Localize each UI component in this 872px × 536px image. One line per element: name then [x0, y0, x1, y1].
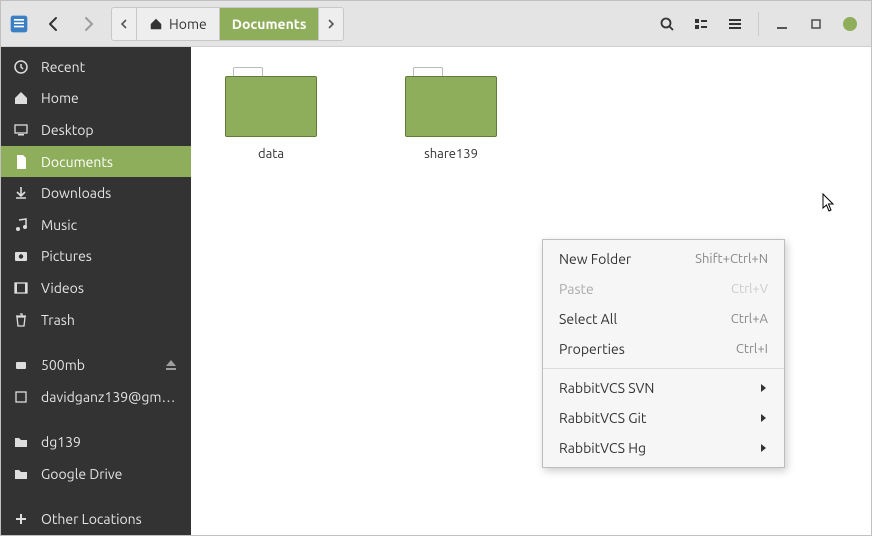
menu-item-new-folder[interactable]: New Folder Shift+Ctrl+N	[543, 244, 784, 274]
trash-icon	[13, 312, 29, 328]
film-icon	[13, 280, 29, 296]
menu-item-rabbitvcs-git[interactable]: RabbitVCS Git	[543, 403, 784, 433]
menu-accelerator: Ctrl+I	[736, 342, 768, 356]
view-toggle-button[interactable]	[686, 9, 716, 39]
sidebar-item-home[interactable]: Home	[1, 83, 191, 115]
pathbar-home[interactable]: Home	[137, 8, 220, 40]
sidebar-item-label: Other Locations	[41, 511, 179, 527]
sidebar-item-documents[interactable]: Documents	[1, 146, 191, 178]
camera-icon	[13, 248, 29, 264]
sidebar-item-label: Videos	[41, 280, 179, 296]
download-icon	[13, 185, 29, 201]
menu-item-rabbitvcs-svn[interactable]: RabbitVCS SVN	[543, 373, 784, 403]
window-minimize-button[interactable]	[767, 9, 797, 39]
sidebar-item-dg139[interactable]: dg139	[1, 426, 191, 458]
sidebar-item-music[interactable]: Music	[1, 209, 191, 241]
sidebar-item-downloads[interactable]: Downloads	[1, 177, 191, 209]
eject-icon[interactable]	[163, 357, 179, 373]
sidebar-item-pictures[interactable]: Pictures	[1, 241, 191, 273]
home-icon	[13, 90, 29, 106]
sidebar-item-label: Trash	[41, 312, 179, 328]
folder-icon	[225, 67, 317, 137]
pathbar-documents-label: Documents	[232, 16, 307, 32]
content-area[interactable]: data share139 New Folder Shift+Ctrl+N Pa…	[191, 47, 871, 535]
sidebar-item-label: Pictures	[41, 248, 179, 264]
submenu-arrow-icon	[760, 440, 768, 456]
music-icon	[13, 217, 29, 233]
menu-item-rabbitvcs-hg[interactable]: RabbitVCS Hg	[543, 433, 784, 463]
account-icon	[13, 389, 29, 405]
submenu-arrow-icon	[760, 380, 768, 396]
pathbar: Home Documents	[111, 7, 344, 41]
plus-icon	[13, 511, 29, 527]
menu-label: RabbitVCS Git	[559, 410, 760, 426]
sidebar-item-label: davidganz139@gm…	[41, 389, 179, 405]
back-button[interactable]	[39, 9, 69, 39]
search-button[interactable]	[652, 9, 682, 39]
menu-label: New Folder	[559, 251, 695, 267]
drive-icon	[13, 357, 29, 373]
folder-item[interactable]: share139	[391, 67, 511, 161]
pathbar-documents[interactable]: Documents	[220, 8, 320, 40]
menu-item-paste: Paste Ctrl+V	[543, 274, 784, 304]
cursor-icon	[822, 193, 836, 213]
submenu-arrow-icon	[760, 410, 768, 426]
pathbar-prev-button[interactable]	[112, 8, 137, 40]
menu-accelerator: Shift+Ctrl+N	[695, 252, 768, 266]
sidebar-item-label: Home	[41, 90, 179, 106]
document-icon	[13, 154, 29, 170]
home-icon	[149, 17, 163, 31]
sidebar-item-label: Music	[41, 217, 179, 233]
pathbar-home-label: Home	[169, 16, 207, 32]
desktop-icon	[13, 122, 29, 138]
pathbar-next-button[interactable]	[319, 8, 343, 40]
menu-label: Select All	[559, 311, 731, 327]
menu-label: RabbitVCS SVN	[559, 380, 760, 396]
toolbar: Home Documents	[1, 1, 871, 47]
window-maximize-button[interactable]	[801, 9, 831, 39]
sidebar-item-gmail-account[interactable]: davidganz139@gm…	[1, 381, 191, 413]
sidebar-item-trash[interactable]: Trash	[1, 304, 191, 336]
menu-accelerator: Ctrl+V	[731, 282, 768, 296]
folder-icon	[13, 434, 29, 450]
sidebar-item-label: Desktop	[41, 122, 179, 138]
clock-icon	[13, 59, 29, 75]
menu-item-select-all[interactable]: Select All Ctrl+A	[543, 304, 784, 334]
sidebar-item-videos[interactable]: Videos	[1, 272, 191, 304]
sidebar-item-desktop[interactable]: Desktop	[1, 114, 191, 146]
folder-label: data	[258, 147, 284, 161]
hamburger-menu-button[interactable]	[720, 9, 750, 39]
sidebar-item-label: Recent	[41, 59, 179, 75]
sidebar: Recent Home Desktop Documents Downloads …	[1, 47, 191, 535]
sidebar-item-label: Google Drive	[41, 466, 179, 482]
sidebar-item-label: Documents	[41, 154, 179, 170]
forward-button[interactable]	[73, 9, 103, 39]
app-icon	[7, 12, 31, 36]
sidebar-item-google-drive[interactable]: Google Drive	[1, 458, 191, 490]
menu-accelerator: Ctrl+A	[731, 312, 768, 326]
menu-separator	[543, 368, 784, 369]
context-menu: New Folder Shift+Ctrl+N Paste Ctrl+V Sel…	[542, 239, 785, 468]
menu-item-properties[interactable]: Properties Ctrl+I	[543, 334, 784, 364]
folder-icon	[13, 466, 29, 482]
sidebar-item-volume-500mb[interactable]: 500mb	[1, 349, 191, 381]
toolbar-divider	[758, 12, 759, 36]
menu-label: RabbitVCS Hg	[559, 440, 760, 456]
menu-label: Paste	[559, 281, 731, 297]
sidebar-item-label: 500mb	[41, 357, 151, 373]
folder-item[interactable]: data	[211, 67, 331, 161]
sidebar-item-label: Downloads	[41, 185, 179, 201]
sidebar-item-label: dg139	[41, 434, 179, 450]
close-icon	[843, 17, 857, 31]
folder-label: share139	[424, 147, 478, 161]
window-close-button[interactable]	[835, 9, 865, 39]
sidebar-item-other-locations[interactable]: Other Locations	[1, 503, 191, 535]
sidebar-item-recent[interactable]: Recent	[1, 51, 191, 83]
menu-label: Properties	[559, 341, 736, 357]
folder-icon	[405, 67, 497, 137]
